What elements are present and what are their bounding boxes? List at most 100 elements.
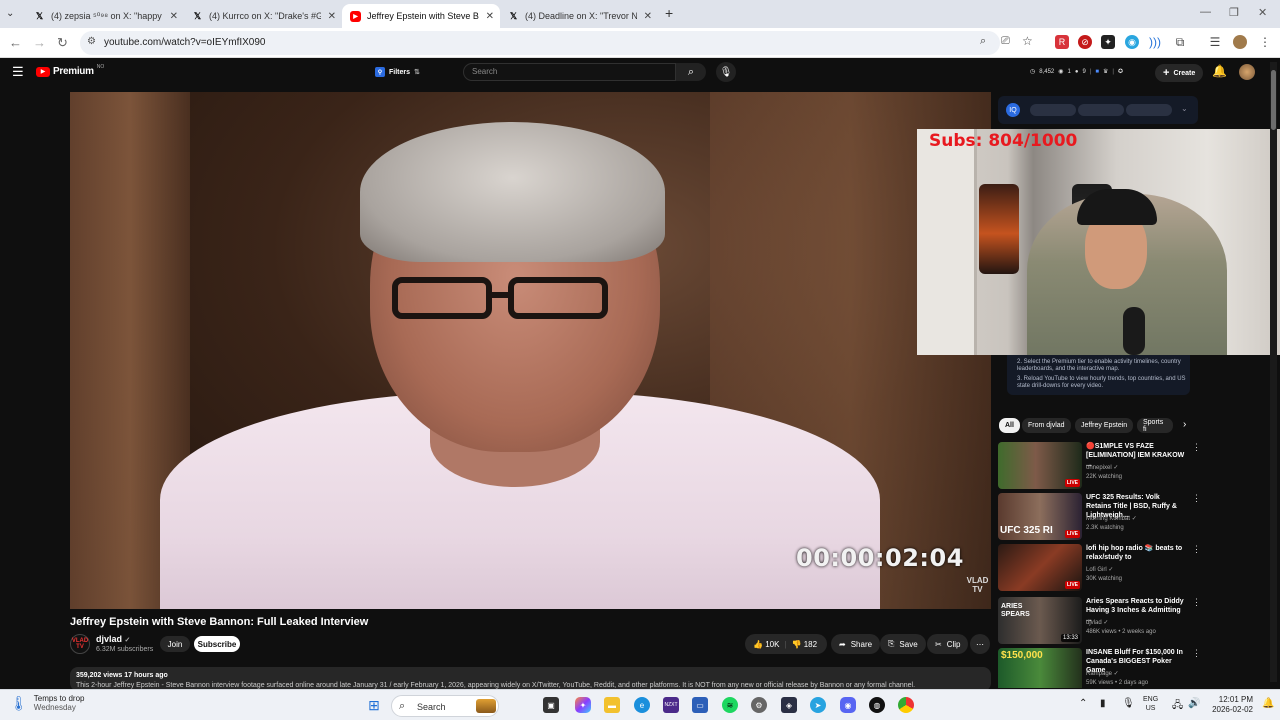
description-box[interactable]: 359,202 views 17 hours ago This 2-hour J… — [70, 667, 991, 691]
extension-red-icon[interactable]: R — [1055, 35, 1069, 49]
award-icon[interactable]: ✪ — [1118, 68, 1123, 75]
forward-arrow-icon[interactable]: → — [33, 35, 46, 50]
browser-menu-icon[interactable]: ⋮ — [1258, 35, 1272, 49]
join-button[interactable]: Join — [160, 636, 190, 652]
profile-avatar[interactable] — [1233, 35, 1247, 49]
like-button[interactable]: 👍 10K — [753, 640, 779, 649]
more-options-icon[interactable]: ⋮ — [1192, 597, 1201, 608]
create-button[interactable]: + Create — [1155, 64, 1204, 82]
extension-dark-icon[interactable]: ✦ — [1101, 35, 1115, 49]
app-icon[interactable]: ▭ — [692, 697, 708, 713]
video-thumbnail[interactable]: ARIES SPEARS 13:33 — [998, 597, 1082, 644]
close-tab-icon[interactable]: ✕ — [170, 11, 178, 22]
zoom-icon[interactable]: ⌕ — [980, 35, 986, 48]
edge-icon[interactable]: e — [634, 697, 650, 713]
chip-all[interactable]: All — [999, 418, 1020, 433]
voice-search-mic-icon[interactable]: 🎙 — [716, 62, 736, 82]
chip-sports[interactable]: Sports fi — [1137, 418, 1173, 433]
recommendation-item[interactable]: $150,000 INSANE Bluff For $150,000 In Ca… — [998, 648, 1208, 688]
weather-widget[interactable]: 🌡 Temps to drop Wednesday — [10, 694, 84, 712]
more-options-icon[interactable]: ⋮ — [1192, 648, 1201, 659]
chips-next-arrow-icon[interactable]: › — [1183, 419, 1186, 430]
taskbar-search-box[interactable]: ⌕ Search — [391, 695, 499, 717]
more-options-icon[interactable]: ⋮ — [1192, 544, 1201, 555]
search-input[interactable]: Search — [463, 63, 676, 81]
site-info-icon[interactable]: ⚙ — [87, 36, 96, 47]
discord-icon[interactable]: ◉ — [840, 697, 856, 713]
youtube-logo[interactable]: ▶ Premium NO — [36, 64, 104, 77]
extension-sound-icon[interactable]: ))) — [1148, 35, 1162, 49]
task-view-icon[interactable]: ▣ — [543, 697, 559, 713]
clock[interactable]: 12:01 PM 2026-02-02 — [1207, 695, 1253, 715]
system-tray-chevron-icon[interactable]: ⌃ — [1079, 698, 1087, 709]
recommendation-item[interactable]: UFC 325 RI LIVE UFC 325 Results: Volk Re… — [998, 493, 1208, 541]
close-tab-icon[interactable]: ✕ — [486, 11, 494, 22]
video-thumbnail[interactable]: $150,000 — [998, 648, 1082, 688]
notifications-bell-icon[interactable]: 🔔 — [1212, 64, 1227, 78]
extension-badge-icon[interactable]: ■ — [1095, 69, 1099, 75]
browser-tab-active[interactable]: ▶ Jeffrey Epstein with Steve Bann... ✕ — [342, 4, 500, 28]
reload-icon[interactable]: ↻ — [57, 35, 68, 51]
bookmark-star-icon[interactable]: ☆ — [1022, 34, 1033, 48]
app-icon[interactable]: ◈ — [781, 697, 797, 713]
minimize-window-icon[interactable]: — — [1200, 6, 1211, 18]
file-explorer-icon[interactable]: ▬ — [604, 697, 620, 713]
spotify-icon[interactable]: ≋ — [722, 697, 738, 713]
reading-list-icon[interactable]: ☰ — [1208, 35, 1222, 49]
recommendation-item[interactable]: ARIES SPEARS 13:33 Aries Spears Reacts t… — [998, 597, 1208, 645]
recommendation-item[interactable]: LIVE 🔴S1MPLE VS FAZE [ELIMINATION] IEM K… — [998, 442, 1208, 490]
windows-start-icon[interactable]: ⊞ — [366, 697, 382, 713]
chip-from-channel[interactable]: From djvlad — [1022, 418, 1071, 433]
account-avatar[interactable] — [1239, 64, 1255, 80]
share-button[interactable]: ➦ Share — [831, 634, 881, 654]
subscribe-button[interactable]: Subscribe — [194, 636, 240, 652]
extensions-puzzle-icon[interactable]: ⧉ — [1173, 35, 1187, 49]
new-tab-button[interactable]: + — [665, 5, 673, 21]
microphone-icon[interactable]: 🎙 — [1122, 698, 1135, 709]
notification-center-icon[interactable]: 🔔 — [1262, 698, 1274, 709]
browser-tab-1[interactable]: 𝕏 (4) zepsia ⁵⁰⁹⁸ on X: "happy bi... ✕ — [26, 4, 184, 28]
page-scrollbar[interactable] — [1270, 62, 1277, 682]
close-tab-icon[interactable]: ✕ — [328, 11, 336, 22]
search-button[interactable]: ⌕ — [676, 63, 706, 81]
volume-icon[interactable]: 🔊 — [1188, 698, 1200, 709]
address-bar[interactable]: ⚙ youtube.com/watch?v=oIEYmfIX090 ⌕ — [80, 31, 1000, 55]
more-options-icon[interactable]: ⋮ — [1192, 493, 1201, 504]
browser-tab-2[interactable]: 𝕏 (4) Kurrco on X: "Drake's #GRA... ✕ — [184, 4, 342, 28]
close-window-icon[interactable]: ✕ — [1258, 6, 1267, 19]
more-options-icon[interactable]: ⋮ — [1192, 442, 1201, 453]
close-tab-icon[interactable]: ✕ — [644, 11, 652, 22]
obs-icon[interactable]: ◍ — [869, 697, 885, 713]
dislike-button[interactable]: 👎 182 — [792, 640, 818, 649]
save-button[interactable]: ⎘ Save — [880, 634, 926, 654]
extension-block-icon[interactable]: ⊘ — [1078, 35, 1092, 49]
clip-button[interactable]: ✂ Clip — [927, 634, 969, 654]
network-icon[interactable]: 🖧 — [1172, 698, 1183, 715]
chip-topic[interactable]: Jeffrey Epstein — [1075, 418, 1134, 433]
video-thumbnail[interactable]: LIVE — [998, 544, 1082, 591]
url-text[interactable]: youtube.com/watch?v=oIEYmfIX090 — [104, 37, 265, 48]
telegram-icon[interactable]: ➤ — [810, 697, 826, 713]
tab-search-chevron-icon[interactable]: ⌄ — [6, 8, 14, 19]
chevron-down-icon[interactable]: ⌄ — [1181, 104, 1188, 113]
filters-button[interactable]: ⚲ Filters ⇅ — [375, 67, 420, 77]
settings-gear-icon[interactable]: ⚙ — [751, 697, 767, 713]
back-arrow-icon[interactable]: ← — [9, 35, 22, 50]
cast-icon[interactable]: ⎚ — [1001, 35, 1010, 48]
scrollbar-thumb[interactable] — [1271, 70, 1276, 130]
maximize-window-icon[interactable]: ❐ — [1229, 6, 1239, 19]
recommendation-item[interactable]: LIVE lofi hip hop radio 📚 beats to relax… — [998, 544, 1208, 592]
language-indicator[interactable]: ENG US — [1143, 695, 1158, 713]
channel-name[interactable]: djvlad ✓ — [96, 634, 130, 644]
video-thumbnail[interactable]: LIVE — [998, 442, 1082, 489]
more-actions-button[interactable]: ⋯ — [970, 634, 990, 654]
extension-tab-pill[interactable] — [1078, 104, 1124, 116]
trophy-icon[interactable]: ♛ — [1103, 68, 1108, 75]
channel-avatar[interactable]: VLAD TV — [70, 634, 90, 654]
extension-tab-pill[interactable] — [1126, 104, 1172, 116]
hamburger-menu-icon[interactable]: ☰ — [12, 64, 24, 80]
tray-app-icon[interactable]: ▮ — [1100, 698, 1106, 709]
video-player[interactable]: 00:00:02:04 VLAD TV — [70, 92, 991, 609]
extension-blue-icon[interactable]: ◉ — [1125, 35, 1139, 49]
copilot-icon[interactable]: ✦ — [575, 697, 591, 713]
